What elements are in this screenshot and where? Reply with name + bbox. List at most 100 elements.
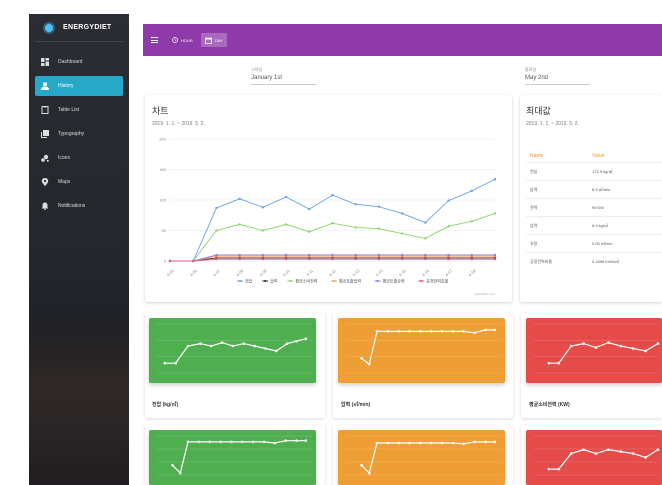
- x-tick-label: 4-09: [258, 268, 268, 278]
- data-point: [284, 223, 288, 226]
- line-chart: 0 50 100 150 200 4-05 4-06 4-07 4-08 4-09 4-10 4-11…: [159, 137, 497, 296]
- start-date-field[interactable]: 시작일 January 1st: [251, 67, 316, 85]
- bell-icon: [40, 202, 49, 211]
- data-point: [354, 253, 357, 257]
- data-point: [238, 253, 241, 257]
- data-point: [493, 178, 497, 181]
- data-point: [447, 253, 450, 257]
- chart-card: 차트 2019. 1. 1. ~ 2019. 5. 2. 0 50 100 150 20…: [145, 95, 512, 302]
- sparkline-path: [361, 329, 495, 366]
- brand[interactable]: ENERGYDIET: [35, 14, 123, 42]
- sidebar-item-history[interactable]: History: [35, 76, 123, 96]
- day-button[interactable]: DAY: [200, 33, 227, 47]
- sparkline-point: [242, 342, 246, 345]
- data-point: [424, 221, 427, 224]
- sidebar-item-dashboard[interactable]: Dashboard: [35, 52, 123, 72]
- data-point: [377, 227, 381, 230]
- sparkline-point: [644, 349, 647, 353]
- sparkline-point: [607, 341, 610, 344]
- x-tick-label: 4-10: [282, 268, 292, 278]
- sparkline-point: [594, 452, 598, 455]
- end-date-field[interactable]: 종료일 May 2nd: [525, 67, 590, 85]
- data-point: [470, 189, 473, 193]
- sidebar-item-label: Icons: [58, 155, 70, 161]
- sidebar-item-icons[interactable]: Icons: [35, 148, 123, 168]
- y-tick-label: 100: [159, 198, 166, 203]
- x-tick-label: 4-18: [467, 268, 477, 278]
- header-name: Name: [530, 153, 544, 159]
- sidebar-item-table-list[interactable]: Table List: [35, 100, 123, 120]
- mini-chart-row2-1: [149, 430, 316, 485]
- x-tick-label: 4-13: [351, 268, 361, 278]
- sparkline-point: [386, 330, 390, 333]
- row-name: 유량: [530, 240, 538, 246]
- chart-card-title: 차트: [152, 106, 169, 116]
- sparkline-point: [367, 362, 371, 366]
- legend-marker: [238, 279, 242, 283]
- x-tick-label: 4-16: [421, 268, 431, 278]
- data-point: [308, 253, 311, 257]
- x-tick-label: 4-12: [328, 268, 338, 278]
- data-point: [400, 212, 404, 215]
- row-name: 압력: [530, 186, 538, 192]
- sidebar-item-label: Table List: [58, 107, 80, 113]
- data-point: [447, 199, 450, 202]
- brand-name: ENERGYDIET: [63, 24, 112, 31]
- data-point: [261, 257, 265, 261]
- legend-marker: [420, 279, 423, 283]
- data-point: [215, 257, 218, 261]
- sparkline-point: [231, 344, 235, 348]
- menu-icon[interactable]: [151, 37, 158, 43]
- data-point: [424, 237, 427, 240]
- data-point: [261, 206, 265, 209]
- sparkline-point: [264, 347, 267, 350]
- data-point: [308, 257, 311, 261]
- sparkline-point: [451, 330, 455, 333]
- sidebar-item-label: Dashboard: [58, 59, 83, 65]
- sparkline-point: [493, 328, 497, 332]
- sparkline-point: [462, 442, 466, 446]
- end-date-input[interactable]: May 2nd: [525, 73, 590, 85]
- start-date-input[interactable]: January 1st: [251, 73, 316, 85]
- data-point: [493, 212, 497, 215]
- table-row: 전압 172.9 kg/㎥: [526, 162, 662, 180]
- sidebar-item-typography[interactable]: Typography: [35, 124, 123, 144]
- sidebar-item-notifications[interactable]: Notifications: [35, 196, 123, 216]
- sparkline-point: [284, 439, 287, 442]
- sidebar-item-maps[interactable]: Maps: [35, 172, 123, 192]
- hour-button[interactable]: HOUR: [168, 33, 197, 47]
- sparkline-point: [295, 339, 298, 343]
- sparkline-path: [164, 338, 306, 364]
- data-point: [308, 230, 311, 233]
- data-point: [238, 197, 241, 200]
- sidebar-item-label: History: [58, 83, 74, 89]
- data-point: [377, 253, 381, 257]
- data-point: [354, 203, 357, 206]
- sparkline-point: [429, 441, 433, 445]
- row-value: 99 KW: [592, 205, 605, 210]
- sparkline: [346, 435, 501, 476]
- y-tick-label: 50: [162, 228, 167, 233]
- table-row: 압력 6.9 ㎥/min: [526, 180, 662, 198]
- person-icon: [40, 82, 49, 91]
- sidebar-item-label: Maps: [58, 179, 71, 185]
- row-name: 전력: [530, 204, 538, 210]
- sparkline-point: [186, 344, 190, 348]
- sparkline-point: [230, 440, 233, 444]
- data-point: [215, 229, 218, 232]
- x-tick-label: 4-05: [166, 268, 176, 278]
- sparkline-point: [375, 441, 379, 445]
- sparkline-point: [644, 456, 647, 459]
- data-point: [354, 257, 357, 261]
- data-point: [215, 206, 218, 210]
- legend-marker: [289, 279, 292, 283]
- sidebar-item-label: Typography: [58, 131, 85, 137]
- chart-card-subtitle: 2019. 1. 1. ~ 2019. 5. 2.: [152, 121, 205, 127]
- day-button-label: DAY: [214, 37, 223, 43]
- data-point: [215, 253, 218, 257]
- legend-marker: [264, 279, 267, 283]
- x-tick-label: 4-14: [374, 268, 384, 278]
- max-value-table: Name Value 전압 172.9 kg/㎥ 압력 6.9 ㎥/min 전력…: [526, 150, 662, 270]
- data-point: [470, 257, 473, 261]
- sparkline-point: [397, 330, 400, 333]
